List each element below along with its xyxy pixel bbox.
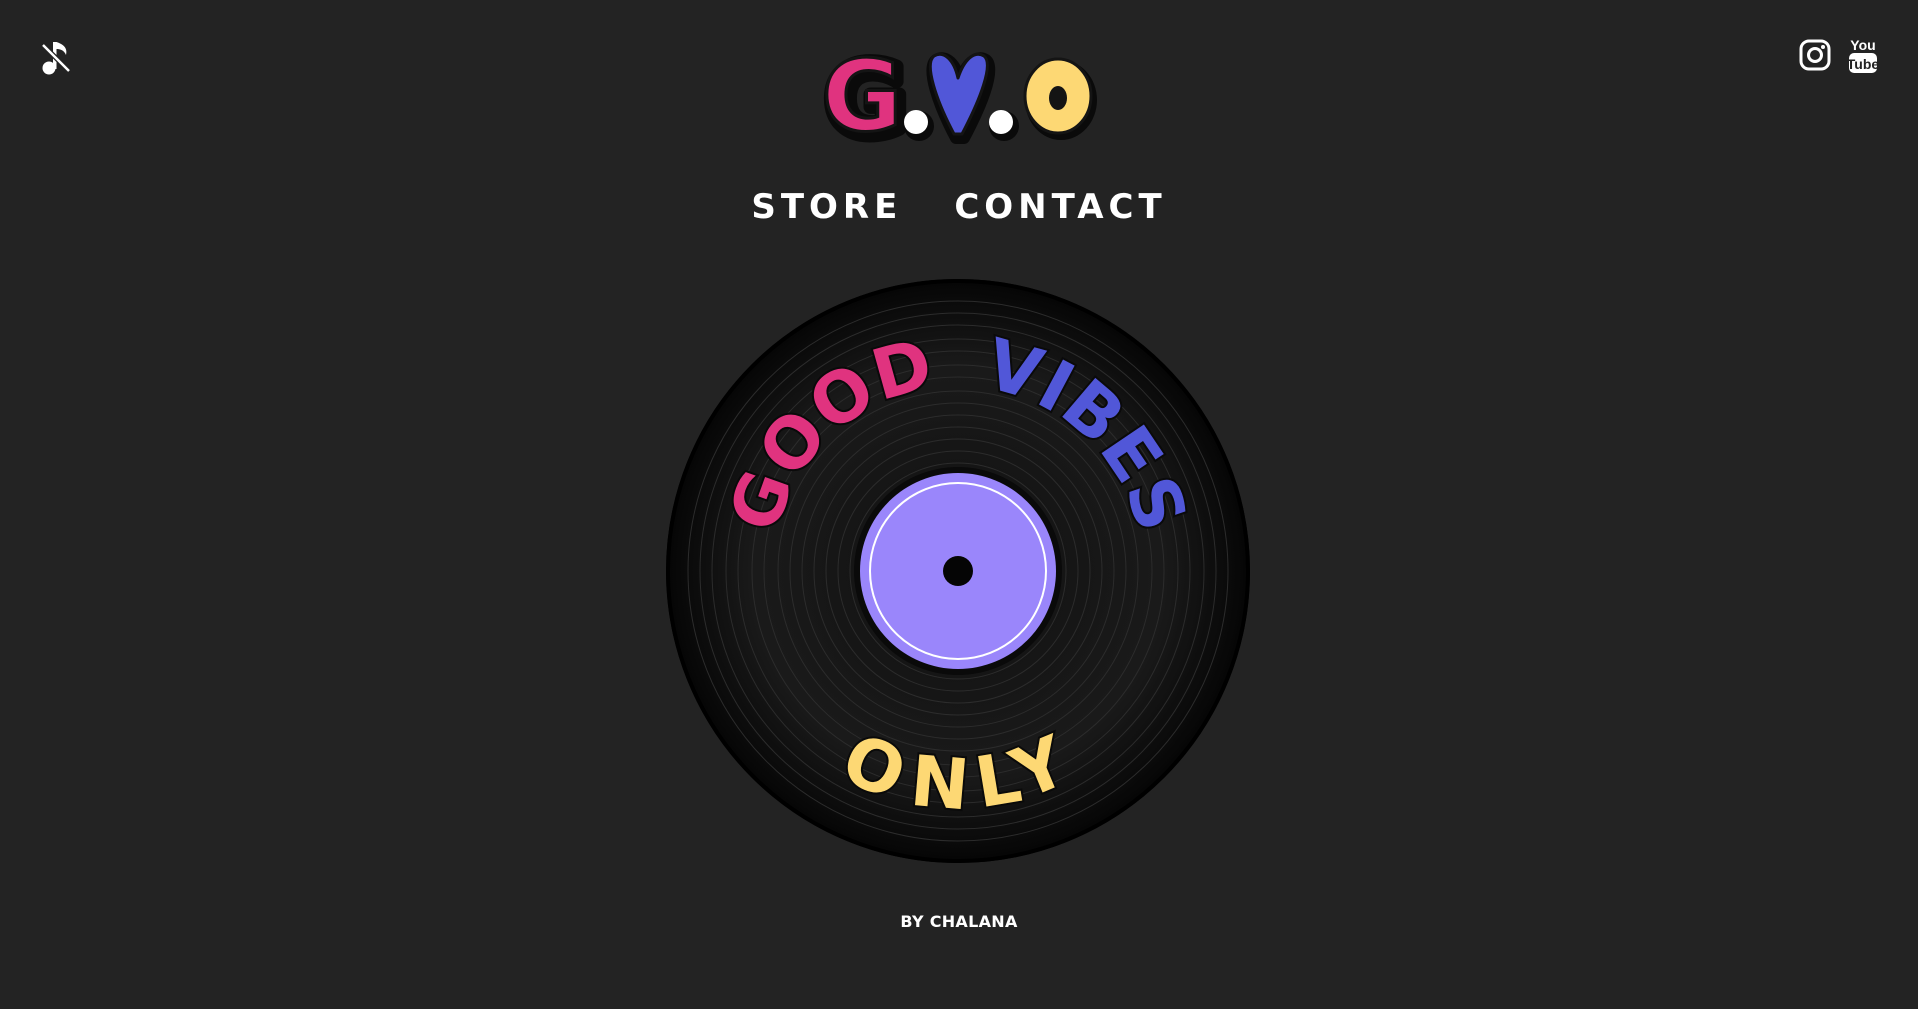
instagram-icon — [1799, 39, 1831, 71]
music-toggle-button[interactable] — [40, 38, 72, 76]
youtube-icon: You Tube — [1847, 37, 1879, 73]
logo-dot-2 — [989, 110, 1013, 134]
instagram-link[interactable] — [1799, 39, 1831, 75]
social-links: You Tube — [1799, 36, 1879, 78]
credit-text: BY CHALANA — [900, 912, 1018, 931]
youtube-link[interactable]: You Tube — [1847, 36, 1879, 78]
svg-text:Tube: Tube — [1848, 56, 1878, 72]
nav-store-link[interactable]: STORE — [751, 184, 902, 230]
nav-contact-link[interactable]: CONTACT — [954, 184, 1166, 230]
logo-letter-g: G — [822, 42, 902, 146]
svg-text:You: You — [1850, 37, 1875, 53]
main-nav: STORE CONTACT — [0, 184, 1918, 230]
logo-dot-1 — [904, 110, 928, 134]
page: You Tube G G STORE CONTACT GOOD VIBES ON… — [0, 0, 1918, 1009]
record-spindle-hole — [943, 556, 973, 586]
vinyl-record[interactable]: GOOD VIBES ONLY — [665, 278, 1251, 864]
brand-logo[interactable]: G G — [818, 42, 1103, 146]
music-off-icon — [41, 42, 71, 75]
